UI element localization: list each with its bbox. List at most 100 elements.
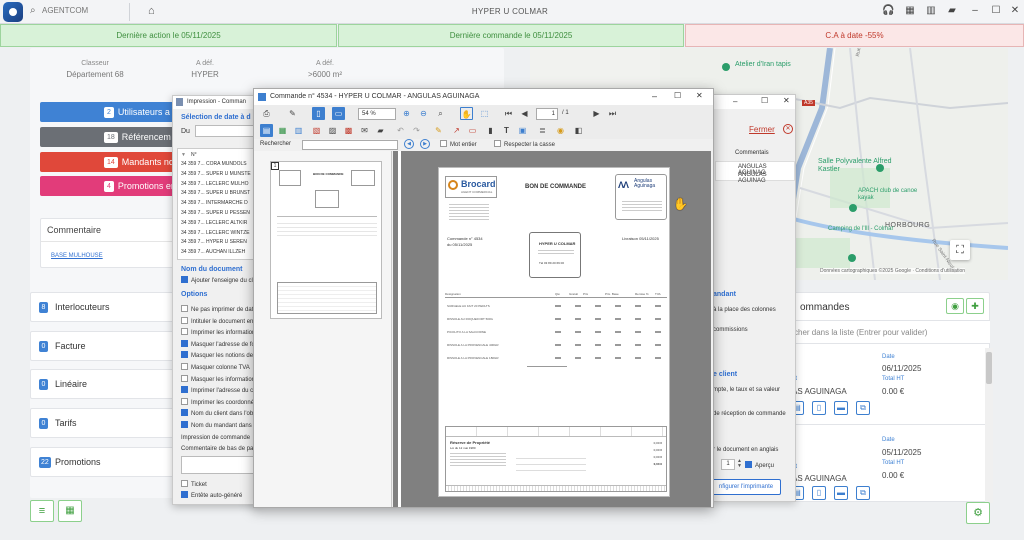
entete-checkbox[interactable] [181,491,188,498]
highlight-icon[interactable]: ▮ [484,124,497,137]
calendar-view-icon[interactable]: ▦ [58,500,82,522]
option-checkbox[interactable] [181,363,188,370]
option-item[interactable]: Imprimer l'adresse du cl [181,386,255,394]
undo-icon[interactable]: ↶ [394,124,407,137]
sidebar-item-tarifs[interactable]: 0 Tarifs [30,408,178,438]
two-page-icon[interactable]: ▭ [332,107,345,120]
mandants-pill[interactable]: 14Mandants non travai [40,152,180,187]
pdf-icon[interactable]: ▧ [310,124,323,137]
next-page-icon[interactable]: ▶ [590,107,603,120]
folder-icon[interactable]: ▰ [946,5,958,17]
edit-icon[interactable]: ✎ [286,107,299,120]
print-icon[interactable]: ⎙ [260,107,273,120]
doc-name-option[interactable]: Ajouter l'enseigne du cl [181,276,253,284]
global-search[interactable]: ⌕ [26,3,130,21]
configure-printer-button[interactable]: nfigurer l'imprimante [713,479,781,495]
pencil-icon[interactable]: ✎ [432,124,445,137]
date-from-input[interactable] [195,125,259,137]
search-prev-icon[interactable]: ◀ [404,139,414,149]
list-view-icon[interactable]: ≡ [30,500,54,522]
rdlg-maximize-icon[interactable]: ☐ [761,96,768,105]
commentaire-link[interactable]: BASE MULHOUSE [51,253,103,259]
stamp-icon[interactable]: ▣ [516,124,529,137]
apercu-checkbox[interactable] [745,461,752,468]
map-icon[interactable]: ▥ [925,5,937,17]
viewer-minimize-icon[interactable]: – [652,91,657,101]
view-icon[interactable]: ◉ [946,298,964,314]
option-checkbox[interactable] [181,316,188,324]
option-item[interactable]: Masquer l'adresse de fo [181,339,255,348]
zoom-out-icon[interactable]: ⊖ [417,107,430,120]
viewer-close-icon[interactable]: ✕ [696,91,703,100]
option-checkbox[interactable] [181,421,188,428]
color-icon[interactable]: ◉ [554,124,567,137]
first-page-icon[interactable]: ⏮ [502,107,515,120]
orders-list-row[interactable]: 34 359 7... SUPER U PESSEN [181,210,250,216]
option-item[interactable]: Intituler le document en [181,316,253,325]
references-pill[interactable]: 18 Référencem [40,127,180,147]
single-page-icon[interactable]: ▯ [312,107,325,120]
mot-entier-option[interactable]: Mot entier [440,140,477,148]
respecter-casse-option[interactable]: Respecter la casse [494,140,555,148]
option-checkbox[interactable] [181,409,188,417]
pdf-export-icon[interactable]: ▩ [342,124,355,137]
zoom-select[interactable]: 54 % [358,108,396,120]
rdlg-minimize-icon[interactable]: – [733,97,737,106]
copies-stepper-icon[interactable]: ▲ ▼ [737,459,743,470]
ticket-option[interactable]: Ticket [181,480,207,488]
excel-icon[interactable]: ▦ [276,124,289,137]
viewer-maximize-icon[interactable]: ☐ [674,91,681,100]
sidebar-item-interlocuteurs[interactable]: 8 Interlocuteurs [30,292,178,322]
sidebar-item-lineaire[interactable]: 0 Linéaire [30,369,178,399]
fill-icon[interactable]: ◧ [572,124,585,137]
calendar-icon[interactable]: ▦ [904,5,916,17]
order2-copy-icon[interactable]: ⧉ [856,486,870,500]
app-logo[interactable] [3,2,23,22]
zoom-in-icon[interactable]: ⊕ [400,107,413,120]
option-item[interactable]: Nom du mandant dans l [181,421,255,429]
rdlg-list[interactable]: ANGULAS AGUINAG ANGULAS AGUINAG [715,161,795,184]
mot-entier-checkbox[interactable] [440,140,447,147]
orders-list-row[interactable]: 34 359 7... LECLERC MULHO [181,181,249,187]
arrow-icon[interactable]: ↗ [450,124,463,137]
option-item[interactable]: Masquer colonne TVA [181,363,250,371]
add-icon[interactable]: ✚ [966,298,984,314]
sidebar-item-promotions[interactable]: 22 Promotions [30,447,178,477]
option-checkbox[interactable] [181,305,188,312]
entete-option[interactable]: Entête auto-généré [181,491,242,499]
text-icon[interactable]: T [500,124,513,137]
order2-truck-icon[interactable]: ▬ [834,486,848,500]
orders-list-row[interactable]: 34 359 7... LECLERC ALTKIR [181,220,247,226]
order2-doc-icon[interactable]: ▯ [812,486,826,500]
minimize-icon[interactable]: – [969,5,981,17]
option-checkbox[interactable] [181,386,188,394]
home-icon[interactable]: ⌂ [148,5,155,17]
last-page-icon[interactable]: ⏭ [606,107,619,120]
image-icon[interactable]: ▨ [326,124,339,137]
sidebar-item-facture[interactable]: 0 Facture [30,331,178,361]
orders-list[interactable]: ▼ N° 34 359 7... CORA MUNDOLS 34 359 7...… [177,148,259,260]
respecter-casse-checkbox[interactable] [494,140,501,147]
email-icon[interactable]: ✉ [358,124,371,137]
orders-list-row[interactable]: 34 359 7... CORA MUNDOLS [181,161,247,167]
orders-list-row[interactable]: 34 359 7... AUCHAN ILLZEH [181,249,245,255]
doc-name-checkbox[interactable] [181,276,188,283]
export-icon[interactable]: ▤ [260,124,273,137]
orders-list-row[interactable]: 34 359 7... SUPER U BRUNST [181,190,250,196]
option-item[interactable]: Masquer les notions de [181,351,253,359]
headset-icon[interactable]: 🎧 [882,5,894,17]
copies-input[interactable]: 1 [721,459,735,470]
users-pill[interactable]: 2 Utilisateurs a [40,102,180,122]
option-item[interactable]: Ne pas imprimer de date [181,305,257,313]
fullscreen-icon[interactable]: ⛶ [950,240,970,260]
orders-list-row[interactable]: 34 359 7... SUPER U MUNSTE [181,171,251,177]
option-checkbox[interactable] [181,328,188,336]
archive-icon[interactable]: ▰ [374,124,387,137]
option-checkbox[interactable] [181,339,188,347]
search-next-icon[interactable]: ▶ [420,139,430,149]
magnify-icon[interactable]: ⌕ [434,107,447,120]
maximize-icon[interactable]: ☐ [990,5,1002,17]
rectangle-icon[interactable]: ▭ [466,124,479,137]
option-item[interactable]: Nom du client dans l'obj [181,409,255,417]
orders-list-row[interactable]: 34 359 7... INTERMARCHE D [181,200,248,206]
